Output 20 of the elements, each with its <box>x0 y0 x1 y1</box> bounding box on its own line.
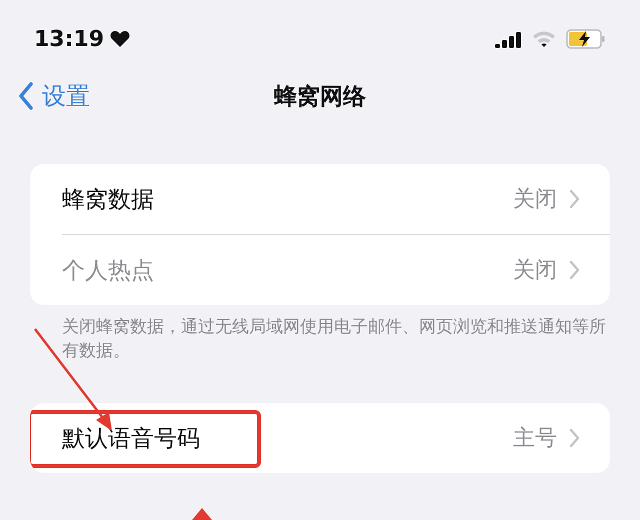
arrow-drawing <box>190 508 214 520</box>
status-time: 13:19 <box>34 26 104 52</box>
footer-note: 关闭蜂窝数据，通过无线局域网使用电子邮件、网页浏览和推送通知等所有数据。 <box>62 316 607 363</box>
battery-charging-icon <box>566 29 606 49</box>
row-label: 个人热点 <box>62 256 155 286</box>
chevron-icon <box>569 428 580 448</box>
settings-row[interactable]: 默认语音号码 主号 <box>30 403 610 473</box>
row-label: 蜂窝数据 <box>62 186 155 214</box>
chevron-icon <box>569 189 580 209</box>
page-title: 蜂窝网络 <box>274 82 366 112</box>
settings-row[interactable]: 蜂窝数据 关闭 <box>30 164 610 234</box>
row-value: 关闭 <box>513 257 557 285</box>
row-value: 主号 <box>513 425 557 453</box>
row-value: 关闭 <box>513 186 557 214</box>
signal-icon <box>495 30 522 48</box>
wifi-icon <box>532 30 556 48</box>
back-chevron-icon <box>18 82 34 110</box>
heart-icon <box>110 30 130 48</box>
chevron-icon <box>569 260 580 280</box>
row-label: 默认语音号码 <box>62 424 201 454</box>
